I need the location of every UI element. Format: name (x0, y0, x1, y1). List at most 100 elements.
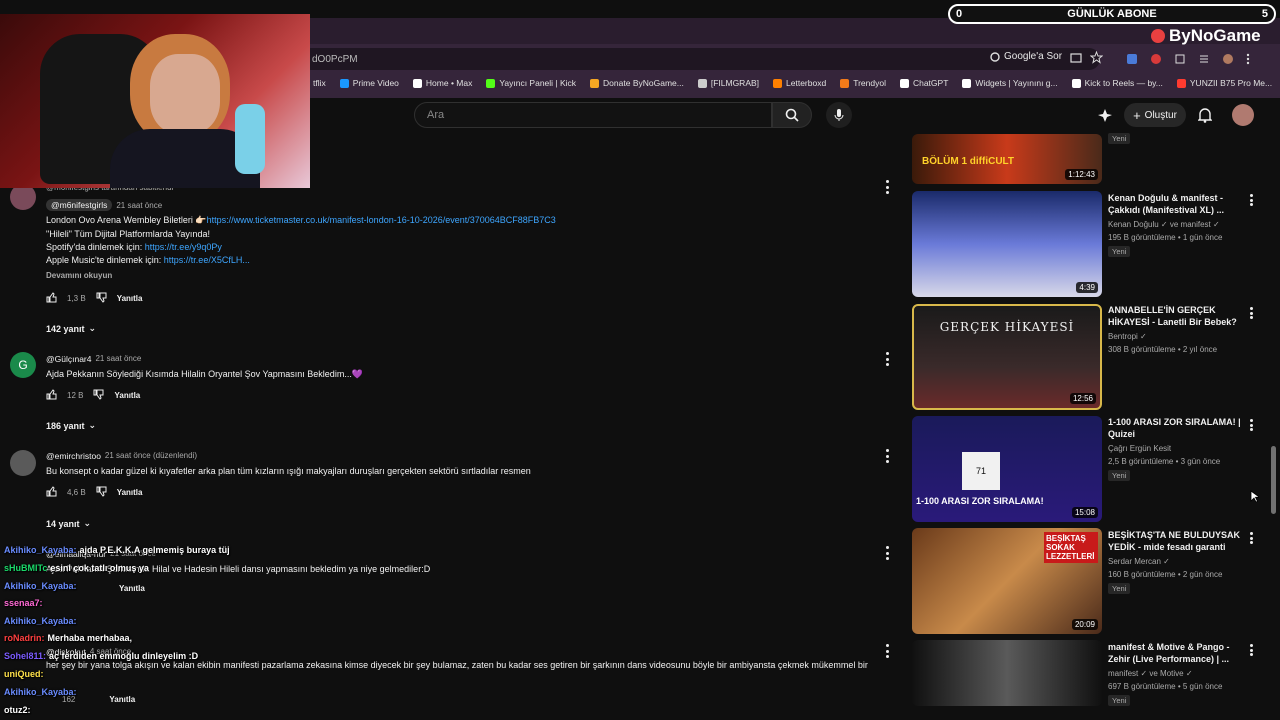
video-title[interactable]: BEŞİKTAŞ'TA NE BULDUYSAK YEDİK - mide fe… (1108, 529, 1242, 553)
bookmark-item[interactable]: Widgets | Yayınını g... (962, 78, 1058, 88)
video-menu-icon[interactable] (1250, 644, 1254, 656)
video-thumbnail[interactable]: BEŞİKTAŞ SOKAK LEZZETLERİ 20:09 (912, 528, 1102, 634)
bookmark-label: Donate ByNoGame... (603, 78, 684, 88)
like-icon[interactable] (46, 389, 57, 402)
video-menu-icon[interactable] (1250, 532, 1254, 544)
dislike-icon[interactable] (96, 486, 107, 499)
bookmark-item[interactable]: Donate ByNoGame... (590, 78, 684, 88)
comment-line: "Hileli" Tüm Dijital Platformlarda Yayın… (46, 229, 210, 239)
video-channel[interactable]: Çağrı Ergün Kesit (1108, 444, 1171, 453)
thumbnail-text: BÖLÜM 1 diffiCULT (922, 156, 1015, 167)
apple-music-link[interactable]: https://tr.ee/X5CfLH... (164, 255, 250, 265)
comment-time[interactable]: 21 saat önce (95, 354, 141, 364)
reply-button[interactable]: Yanıtla (109, 695, 135, 704)
chat-username: ssenaa7: (4, 598, 43, 608)
create-button[interactable]: + Oluştur (1124, 103, 1186, 127)
address-bar[interactable]: dO0PcPM Google'a Sor (300, 48, 1104, 70)
video-title[interactable]: ANNABELLE'İN GERÇEK HİKAYESİ - Lanetli B… (1108, 304, 1242, 328)
video-channel[interactable]: Serdar Mercan ✓ (1108, 557, 1170, 566)
bookmark-item[interactable]: Yayıncı Paneli | Kick (486, 78, 576, 88)
comment-menu-icon[interactable] (884, 644, 890, 658)
scrollbar-thumb[interactable] (1271, 446, 1276, 514)
video-thumbnail[interactable] (912, 640, 1102, 706)
chat-message: otuz2: (4, 705, 34, 715)
video-title[interactable]: 1-100 ARASI ZOR SIRALAMA! | Quizei (1108, 416, 1242, 440)
bookmark-star-icon[interactable] (1089, 50, 1104, 67)
bookmark-favicon-icon (339, 78, 349, 88)
bookmark-item[interactable]: ChatGPT (899, 78, 948, 88)
video-thumbnail[interactable]: BÖLÜM 1 diffiCULT 1:12:43 (912, 134, 1102, 184)
read-more-button[interactable]: Devamını okuyun (46, 271, 112, 280)
reply-button[interactable]: Yanıtla (114, 391, 140, 400)
bookmark-favicon-icon (840, 78, 850, 88)
video-menu-icon[interactable] (1250, 307, 1254, 319)
video-duration: 12:56 (1069, 393, 1096, 404)
comment-menu-icon[interactable] (884, 352, 890, 366)
video-thumbnail[interactable]: 4:39 (912, 191, 1102, 297)
bookmark-item[interactable]: YUNZII B75 Pro Me... (1176, 78, 1272, 88)
spotify-link[interactable]: https://tr.ee/y9q0Py (145, 242, 222, 252)
video-channel[interactable]: manifest ✓ ve Motive ✓ (1108, 669, 1193, 678)
comment-line: London Ovo Arena Wembley Biletleri 👉🏻htt… (46, 215, 556, 226)
replies-toggle[interactable]: 14 yanıt ⌄ (46, 518, 91, 529)
extensions-puzzle-icon[interactable] (1174, 52, 1186, 70)
search-button[interactable] (772, 102, 812, 128)
chevron-down-icon: ⌄ (88, 420, 97, 430)
video-channel[interactable]: Bentropi ✓ (1108, 332, 1147, 341)
comment-time[interactable]: 21 saat önce (düzenlendi) (105, 451, 197, 461)
video-title[interactable]: manifest & Motive & Pango - Zehir (Live … (1108, 641, 1242, 665)
comment-handle[interactable]: @Gülçınar4 (46, 354, 91, 364)
bookmark-item[interactable]: [FILMGRAB] (697, 78, 760, 88)
video-menu-icon[interactable] (1250, 419, 1254, 431)
thumbnail-text: BEŞİKTAŞ SOKAK LEZZETLERİ (1044, 532, 1098, 563)
bookmark-label: Trendyol (853, 78, 886, 88)
browser-menu-icon[interactable] (1246, 52, 1250, 70)
bookmark-item[interactable]: Letterboxd (773, 78, 826, 88)
reply-button[interactable]: Yanıtla (119, 584, 145, 593)
comment-avatar[interactable]: G (10, 352, 36, 378)
reply-button[interactable]: Yanıtla (117, 294, 143, 303)
chat-username: sHuBMITc (4, 563, 48, 573)
ticket-link[interactable]: https://www.ticketmaster.co.uk/manifest-… (207, 215, 556, 225)
comment-avatar[interactable] (10, 450, 36, 476)
bookmark-item[interactable]: Trendyol (840, 78, 886, 88)
voice-search-button[interactable] (826, 102, 852, 128)
comment-handle[interactable]: @m6nifestgirls (46, 199, 113, 211)
video-thumbnail[interactable]: 71 1-100 ARASI ZOR SIRALAMA! 15:08 (912, 416, 1102, 522)
menu-list-icon[interactable] (1198, 52, 1210, 70)
replies-toggle[interactable]: 142 yanıt ⌄ (46, 323, 96, 334)
comment-menu-icon[interactable] (884, 546, 890, 560)
video-menu-icon[interactable] (1250, 194, 1254, 206)
dislike-icon[interactable] (93, 389, 104, 402)
bookmark-item[interactable]: Home • Max (412, 78, 472, 88)
profile-avatar-icon[interactable] (1222, 52, 1234, 70)
extension-red-icon[interactable] (1150, 52, 1162, 70)
comment-handle[interactable]: @emirchristoo (46, 451, 101, 461)
google-sor-button[interactable]: Google'a Sor (990, 51, 1062, 62)
bookmark-item[interactable]: Kick to Reels — by... (1071, 78, 1163, 88)
search-input[interactable]: Ara (414, 102, 772, 128)
video-channel[interactable]: Kenan Doğulu ✓ ve manifest ✓ (1108, 220, 1220, 229)
comment-time[interactable]: 21 saat önce (116, 201, 162, 210)
install-icon[interactable] (1070, 52, 1082, 67)
bookmark-label: Prime Video (352, 78, 399, 88)
sparkle-icon[interactable] (1098, 108, 1112, 127)
like-icon[interactable] (46, 292, 57, 305)
like-icon[interactable] (46, 486, 57, 499)
notifications-bell-icon[interactable] (1197, 107, 1213, 128)
video-title[interactable]: Kenan Doğulu & manifest - Çakkıdı (Manif… (1108, 192, 1242, 216)
comment-text: Apple Music'te dinlemek için: (46, 255, 162, 265)
dislike-icon[interactable] (96, 292, 107, 305)
account-avatar[interactable] (1232, 104, 1254, 126)
translate-icon[interactable] (1126, 52, 1138, 70)
video-thumbnail[interactable]: GERÇEK HİKAYESİ 12:56 (912, 304, 1102, 410)
bookmark-item[interactable]: Prime Video (339, 78, 399, 88)
replies-toggle[interactable]: 186 yanıt ⌄ (46, 420, 96, 431)
comment-menu-icon[interactable] (884, 180, 890, 194)
comment-menu-icon[interactable] (884, 449, 890, 463)
reply-button[interactable]: Yanıtla (117, 488, 143, 497)
scrollbar-track[interactable] (1270, 134, 1276, 720)
thumbnail-text: 1-100 ARASI ZOR SIRALAMA! (916, 496, 1044, 506)
bookmark-label: [FILMGRAB] (710, 78, 760, 88)
bookmark-favicon-icon (1176, 78, 1186, 88)
